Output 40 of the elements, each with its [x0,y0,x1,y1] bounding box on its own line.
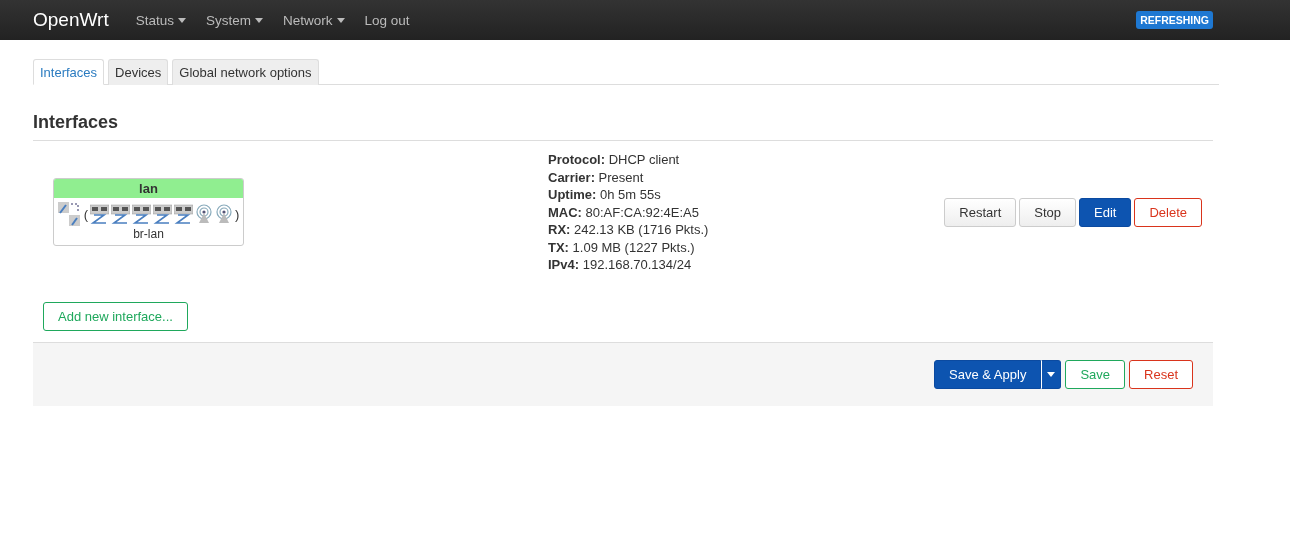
action-button[interactable]: Edit [1079,197,1132,227]
ethernet-port-icon [153,203,172,226]
ethernet-port-icon [111,203,130,226]
bridge-icon [57,201,82,228]
footer-button[interactable]: Reset [1129,359,1193,389]
wireless-icon [215,204,233,225]
bracket: ) [235,206,240,222]
dropdown-toggle[interactable] [1041,359,1062,389]
detail-line: Protocol: DHCP client [548,151,681,169]
detail-line: RX: 242.13 KB (1716 Pkts.) [548,221,710,239]
tab[interactable]: Devices [108,59,169,85]
status-badge: REFRESHING [1136,11,1213,29]
ethernet-port-icon [132,203,151,226]
detail-line: TX: 1.09 MB (1227 Pkts.) [548,238,696,256]
detail-line: IPv4: 192.168.70.134/24 [548,256,693,274]
footer-button[interactable]: Save & Apply [934,359,1042,389]
menu-item[interactable]: Status [135,12,186,28]
interface-name: lan [54,179,243,199]
menu-item[interactable]: System [205,12,263,28]
tab[interactable]: Global network options [172,59,319,85]
caret-icon [336,17,345,23]
menu-item[interactable]: Network [283,12,345,28]
detail-line: Uptime: 0h 5m 55s [548,186,662,204]
action-button[interactable]: Stop [1019,197,1076,227]
wireless-icon [195,204,213,225]
caret-icon [255,17,263,23]
caret-icon [177,17,186,23]
action-button[interactable]: Delete [1134,197,1202,227]
menu-item[interactable]: Log out [364,12,410,28]
ethernet-port-icon [174,203,193,226]
device-name: br-lan [132,227,165,244]
brand-logo[interactable]: OpenWrt [33,9,109,31]
caret-icon [1047,371,1056,377]
action-button[interactable]: Restart [944,197,1017,227]
detail-line: Carrier: Present [548,168,645,186]
ethernet-port-icon [90,203,109,226]
section-title: Interfaces [33,112,1213,141]
tab[interactable]: Interfaces [33,59,105,85]
bracket: ( [83,206,88,222]
detail-line: MAC: 80:AF:CA:92:4E:A5 [548,203,700,221]
